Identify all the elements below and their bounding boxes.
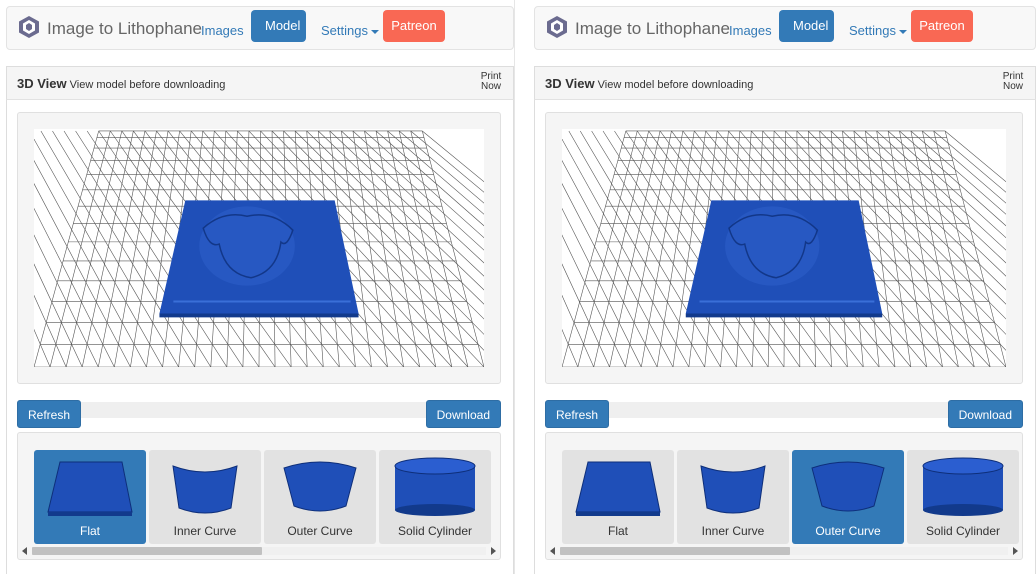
progress-bar	[77, 402, 431, 418]
panel-heading: 3D View View model before downloading Pri…	[6, 66, 514, 100]
settings-label: Settings	[849, 23, 896, 38]
scrollbar-thumb[interactable]	[560, 547, 790, 555]
shape-option-inner-curve[interactable]: Inner Curve	[677, 450, 789, 544]
download-button[interactable]: Download	[425, 400, 501, 428]
flat-plate-thumb-icon	[40, 454, 140, 518]
scroll-right-icon[interactable]	[491, 547, 496, 555]
shape-selector: Flat Inner Curve Outer Curve Solid Cylin…	[545, 432, 1023, 560]
brand[interactable]: Image to Lithophane	[545, 13, 730, 45]
nav-images-link[interactable]: Images	[723, 15, 778, 47]
outer-curve-thumb-icon	[270, 454, 370, 518]
refresh-button[interactable]: Refresh	[17, 400, 82, 428]
nav-settings-dropdown[interactable]: Settings	[843, 15, 913, 47]
viewer-well	[545, 112, 1023, 384]
brand-title: Image to Lithophane	[575, 19, 731, 38]
top-navbar: Image to Lithophane Images Model Setting…	[534, 6, 1036, 50]
shape-selector: Flat Inner Curve Outer Curve Solid Cylin…	[17, 432, 501, 560]
panel-body: Refresh Download Flat Inner Curve Outer …	[534, 100, 1036, 574]
scrollbar-thumb[interactable]	[32, 547, 262, 555]
panel-divider	[514, 0, 528, 574]
print-now-line2: Now	[480, 81, 501, 92]
nav-model-button[interactable]: Model	[779, 10, 834, 42]
nav-patreon-button[interactable]: Patreon	[383, 10, 445, 42]
panel-title: 3D View View model before downloading	[545, 76, 753, 91]
progress-bar	[605, 402, 953, 418]
scroll-left-icon[interactable]	[22, 547, 27, 555]
shape-option-inner-curve[interactable]: Inner Curve	[149, 450, 261, 544]
panel-body: Refresh Download Flat Inner Curve Outer …	[6, 100, 514, 574]
shape-option-outer-curve[interactable]: Outer Curve	[264, 450, 376, 544]
title-3d-view: 3D View	[545, 76, 595, 91]
horizontal-scrollbar[interactable]	[22, 545, 496, 557]
nav-patreon-button[interactable]: Patreon	[911, 10, 973, 42]
refresh-button[interactable]: Refresh	[545, 400, 610, 428]
panel-subtitle: View model before downloading	[597, 79, 754, 91]
top-navbar: Image to Lithophane Images Model Setting…	[6, 6, 514, 50]
shape-label: Outer Curve	[815, 524, 881, 538]
nav-settings-dropdown[interactable]: Settings	[315, 15, 385, 47]
settings-label: Settings	[321, 23, 368, 38]
outer-curve-thumb-icon	[798, 454, 898, 518]
lithophane-hexagon-icon	[545, 15, 569, 44]
horizontal-scrollbar[interactable]	[550, 545, 1018, 557]
controls-row: Refresh Download	[17, 400, 501, 428]
lithophane-hexagon-icon	[17, 15, 41, 44]
shape-option-solid-cylinder[interactable]: Solid Cylinder	[379, 450, 491, 544]
left-screenshot-panel: Image to Lithophane Images Model Setting…	[0, 0, 514, 574]
title-3d-view: 3D View	[17, 76, 67, 91]
viewer-well	[17, 112, 501, 384]
shape-option-solid-cylinder[interactable]: Solid Cylinder	[907, 450, 1019, 544]
solid-cylinder-thumb-icon	[913, 454, 1013, 518]
inner-curve-thumb-icon	[155, 454, 255, 518]
panel-title: 3D View View model before downloading	[17, 76, 225, 91]
controls-row: Refresh Download	[545, 400, 1023, 428]
flat-plate-thumb-icon	[568, 454, 668, 518]
download-button[interactable]: Download	[947, 400, 1023, 428]
solid-cylinder-thumb-icon	[385, 454, 485, 518]
print-now-line2: Now	[1002, 81, 1023, 92]
right-screenshot-panel: Image to Lithophane Images Model Setting…	[528, 0, 1036, 574]
brand[interactable]: Image to Lithophane	[17, 13, 202, 45]
shape-label: Solid Cylinder	[925, 524, 1001, 538]
shape-option-flat[interactable]: Flat	[562, 450, 674, 544]
print-now-link[interactable]: Print Now	[479, 72, 503, 92]
shape-option-flat[interactable]: Flat	[34, 450, 146, 544]
brand-title: Image to Lithophane	[47, 19, 203, 38]
inner-curve-thumb-icon	[683, 454, 783, 518]
shape-options-row: Flat Inner Curve Outer Curve Solid Cylin…	[562, 450, 1019, 544]
nav-model-button[interactable]: Model	[251, 10, 306, 42]
shape-option-outer-curve[interactable]: Outer Curve	[792, 450, 904, 544]
shape-label: Solid Cylinder	[397, 524, 473, 538]
print-now-link[interactable]: Print Now	[1001, 72, 1025, 92]
shape-label: Flat	[79, 524, 100, 538]
shape-label: Inner Curve	[701, 524, 765, 538]
shape-label: Outer Curve	[287, 524, 353, 538]
panel-heading: 3D View View model before downloading Pri…	[534, 66, 1036, 100]
scroll-right-icon[interactable]	[1013, 547, 1018, 555]
nav-images-link[interactable]: Images	[195, 15, 250, 47]
scroll-left-icon[interactable]	[550, 547, 555, 555]
shape-label: Inner Curve	[173, 524, 237, 538]
3d-model-viewer[interactable]	[562, 129, 1006, 367]
caret-down-icon	[898, 29, 907, 34]
panel-subtitle: View model before downloading	[69, 79, 226, 91]
3d-model-viewer[interactable]	[34, 129, 484, 367]
caret-down-icon	[370, 29, 379, 34]
shape-options-row: Flat Inner Curve Outer Curve Solid Cylin…	[34, 450, 491, 544]
shape-label: Flat	[607, 524, 628, 538]
